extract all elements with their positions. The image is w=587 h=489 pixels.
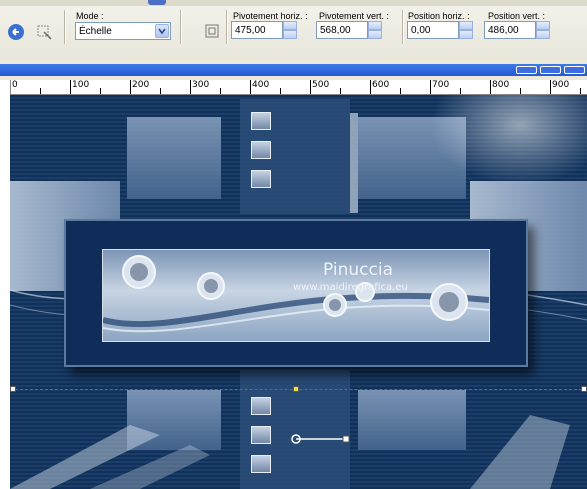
banner-layer[interactable]: Pinuccia www.maidiregrafica.eu [64, 219, 528, 367]
spin-up-icon[interactable] [536, 21, 550, 30]
pos-h-label: Position horiz. : [408, 11, 470, 21]
horizontal-ruler: 0 100 200 300 400 500 600 700 800 900 [10, 80, 587, 95]
banner-inner-frame: Pinuccia www.maidiregrafica.eu [102, 249, 490, 342]
mode-value: Échelle [79, 26, 112, 37]
pivot-point-icon[interactable] [202, 21, 222, 41]
pivot-v-spinbox[interactable]: 568,00 [316, 21, 384, 39]
transform-handle[interactable] [293, 386, 299, 392]
pos-h-spinbox[interactable]: 0,00 [407, 21, 475, 39]
pivot-h-spinbox[interactable]: 475,00 [231, 21, 299, 39]
pos-v-value: 486,00 [488, 25, 519, 36]
toolbar-separator [226, 10, 228, 44]
document-titlebar[interactable] [0, 64, 587, 76]
deco-arrow-tile [251, 141, 271, 159]
minimize-button[interactable] [516, 66, 537, 74]
pivot-v-value: 568,00 [320, 25, 351, 36]
spin-down-icon[interactable] [536, 30, 550, 39]
pivot-h-value: 475,00 [235, 25, 266, 36]
spin-up-icon[interactable] [283, 21, 297, 30]
presets-icon[interactable] [6, 22, 26, 42]
maximize-button[interactable] [540, 66, 561, 74]
pos-h-value: 0,00 [411, 25, 431, 36]
rotation-handle[interactable] [290, 429, 360, 449]
spin-down-icon[interactable] [459, 30, 473, 39]
pivot-h-label: Pivotement horiz. : [233, 11, 308, 21]
mode-dropdown[interactable]: Échelle [75, 22, 171, 40]
transform-handle[interactable] [581, 386, 587, 392]
toolbar-separator [180, 10, 182, 44]
toolbar-separator [402, 10, 404, 44]
pos-v-label: Position vert. : [488, 11, 546, 21]
mode-label: Mode : [76, 11, 104, 21]
active-palette-tab[interactable] [148, 0, 166, 5]
banner-website: www.maidiregrafica.eu [293, 282, 408, 293]
deco-arrow-tile [251, 455, 271, 473]
tool-options-bar: Mode : Échelle Pivotement horiz. : 475,0… [0, 0, 587, 60]
deco-arrow-tile [251, 170, 271, 188]
banner-title: Pinuccia [323, 260, 393, 280]
spin-up-icon[interactable] [368, 21, 382, 30]
spin-up-icon[interactable] [459, 21, 473, 30]
palette-tabs-strip [0, 0, 587, 6]
chevron-down-icon[interactable] [155, 24, 169, 38]
deco-arrow-tile [251, 397, 271, 415]
close-button[interactable] [564, 66, 585, 74]
spin-down-icon[interactable] [368, 30, 382, 39]
reset-pick-icon[interactable] [34, 22, 54, 42]
deco-arrow-tile [251, 426, 271, 444]
ruler-ticks [10, 80, 581, 94]
pivot-v-label: Pivotement vert. : [319, 11, 390, 21]
transform-handle[interactable] [10, 386, 16, 392]
spin-down-icon[interactable] [283, 30, 297, 39]
toolbar-separator [64, 10, 66, 44]
image-canvas[interactable]: Pinuccia www.maidiregrafica.eu [10, 95, 587, 489]
pos-v-spinbox[interactable]: 486,00 [484, 21, 552, 39]
deco-arrow-tile [251, 112, 271, 130]
banner-ornament [103, 255, 489, 333]
